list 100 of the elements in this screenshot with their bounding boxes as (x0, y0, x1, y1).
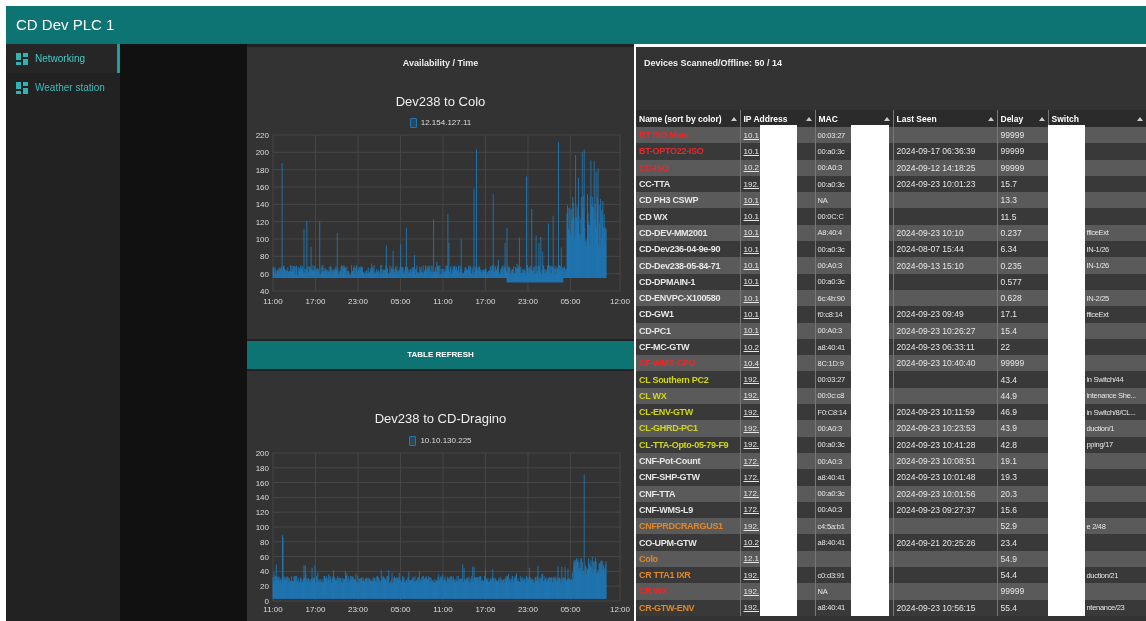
sort-caret-icon[interactable] (730, 116, 737, 121)
device-name: BT ISO Main (639, 130, 689, 141)
table-cell: 20.3 (1000, 488, 1018, 499)
sidebar-item[interactable]: Networking (6, 44, 120, 73)
device-name: CR WX (639, 586, 668, 597)
column-header[interactable]: Switch (1048, 110, 1146, 127)
ip-link[interactable]: 10.1 (743, 293, 760, 303)
table-cell: 2024-09-23 10:23:53 (896, 423, 976, 434)
axis-label: 23:00 (517, 604, 538, 614)
table-cell: 2024-09-23 10:10 (896, 227, 964, 238)
column-header[interactable]: MAC (815, 110, 893, 127)
device-name: CD-GW1 (639, 309, 674, 320)
table-cell: 42.8 (1000, 439, 1018, 450)
ip-link[interactable]: 172. (743, 456, 760, 466)
table-cell: 55.4 (1000, 602, 1018, 613)
column-header[interactable]: Delay (997, 110, 1048, 127)
ip-link[interactable]: 10.2 (743, 342, 760, 352)
table-cell: 2024-09-23 10:01:48 (896, 472, 976, 483)
device-name: CNF-TTA (639, 488, 676, 499)
table-cell: 54.4 (1000, 570, 1018, 581)
axis-label: 05:00 (390, 604, 411, 614)
legend-swatch[interactable] (409, 118, 417, 128)
legend-swatch[interactable] (409, 435, 417, 446)
column-header[interactable]: IP Address (740, 110, 815, 127)
table-cell: 13.3 (1000, 195, 1018, 206)
ip-link[interactable]: 10.1 (743, 146, 760, 156)
ip-link[interactable]: 192. (743, 570, 760, 580)
table-cell: 19.3 (1000, 472, 1018, 483)
legend-label[interactable]: 12.154.127.11 (420, 117, 472, 129)
table-cell: 2024-09-23 10:40:40 (896, 358, 976, 369)
table-cell: 2024-09-17 06:36:39 (896, 146, 976, 157)
axis-label: 17:00 (475, 604, 496, 614)
ip-link[interactable]: 10.1 (743, 261, 760, 270)
table-cell: 23.4 (1000, 537, 1018, 548)
table-cell: 2024-09-23 10:56:15 (896, 602, 976, 613)
ip-link[interactable]: 192. (743, 375, 760, 385)
legend-label[interactable]: 10.10.130.225 (420, 434, 472, 447)
device-name: CD-DPMAIN-1 (639, 276, 696, 287)
axis-label: 12:00 (610, 604, 630, 614)
ip-link[interactable]: 12.1 (743, 554, 760, 564)
axis-label: 17:00 (475, 297, 496, 306)
ip-link[interactable]: 10.2 (743, 538, 760, 548)
table-cell: 99999 (1000, 358, 1025, 369)
device-name: CO-UPM-GTW (639, 537, 697, 548)
axis-label: 180 (255, 463, 269, 473)
table-cell: 2024-08-07 15:44 (896, 244, 964, 255)
ip-link[interactable]: 192. (743, 521, 760, 531)
ip-link[interactable]: 10.1 (743, 244, 760, 254)
axis-label: 80 (260, 252, 269, 262)
device-name: CR TTA1 IXR (639, 570, 691, 581)
ip-link[interactable]: 192. (743, 440, 760, 450)
ip-link[interactable]: 172. (743, 472, 760, 482)
table-cell: 54.9 (1000, 553, 1018, 564)
ip-link[interactable]: 10.1 (743, 309, 760, 319)
axis-label: 17:00 (305, 604, 326, 614)
sort-caret-icon[interactable] (1136, 116, 1143, 121)
ip-link[interactable]: 192. (743, 603, 760, 613)
ip-link[interactable]: 10.1 (743, 195, 760, 205)
column-header[interactable]: Last Seen (893, 110, 997, 127)
ip-link[interactable]: 10.4 (743, 358, 760, 368)
ip-link[interactable]: 10.1 (743, 228, 760, 238)
ip-link[interactable]: 172. (743, 505, 760, 515)
device-name: CL-TTA-Opto-05-79-F9 (639, 439, 729, 450)
ip-link[interactable]: 192. (743, 586, 760, 596)
ip-link[interactable]: 10.1 (743, 326, 760, 336)
axis-label: 140 (255, 200, 269, 210)
device-name: CD-Dev238-05-84-71 (639, 260, 721, 271)
sort-caret-icon[interactable] (987, 116, 994, 121)
device-name: CC-TTA (639, 179, 671, 190)
ip-link[interactable]: 10.1 (743, 212, 760, 222)
table-cell: 2024-09-23 09:49 (896, 309, 964, 320)
ip-link[interactable]: 192. (743, 407, 760, 417)
axis-label: 180 (255, 165, 269, 175)
ip-link[interactable]: 192. (743, 391, 760, 401)
device-name: CF-MC-GTW (639, 342, 690, 352)
table-cell: 43.4 (1000, 374, 1018, 385)
ip-link[interactable]: 10.1 (743, 277, 760, 287)
device-name: CNFPRDCRARGUS1 (639, 521, 723, 532)
table-cell: 11.5 (1000, 211, 1017, 222)
axis-label: 80 (260, 537, 269, 547)
axis-label: 200 (255, 448, 269, 458)
column-header[interactable]: Name (sort by color) (636, 110, 740, 127)
ip-link[interactable]: 192. (743, 424, 760, 433)
sidebar-item[interactable]: Weather station (6, 73, 120, 102)
table-cell: 46.9 (1000, 407, 1018, 418)
sort-caret-icon[interactable] (1038, 116, 1045, 121)
app-title: CD Dev PLC 1 (16, 14, 115, 35)
ip-link[interactable]: 10.1 (743, 130, 760, 140)
ip-link[interactable]: 192. (743, 179, 760, 189)
table-cell: 0.237 (1000, 227, 1022, 238)
table-refresh-button[interactable]: TABLE REFRESH (247, 341, 634, 369)
ip-link[interactable]: 10.2 (743, 163, 760, 173)
sort-caret-icon[interactable] (805, 116, 812, 121)
table-cell: 2024-09-23 10:08:51 (896, 456, 976, 467)
table-cell: 99999 (1000, 586, 1025, 597)
ip-link[interactable]: 172. (743, 489, 760, 499)
table-cell: 99999 (1000, 130, 1025, 141)
sort-caret-icon[interactable] (883, 116, 890, 121)
device-name: Colo (639, 553, 658, 564)
dashboard-icon (16, 52, 28, 65)
